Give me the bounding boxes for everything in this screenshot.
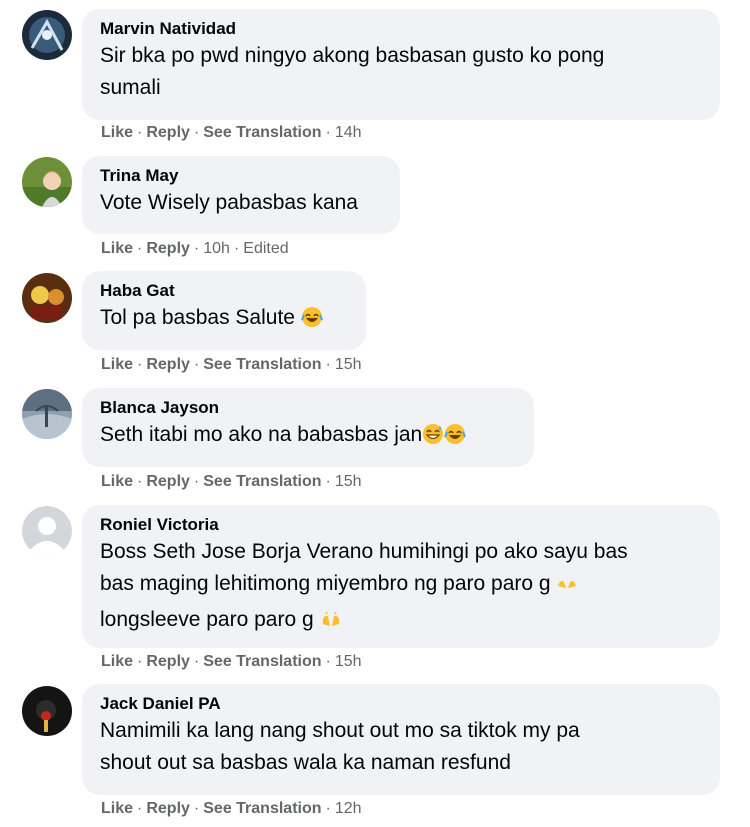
separator: · bbox=[193, 240, 200, 257]
avatar[interactable] bbox=[22, 157, 72, 207]
comment-actions: Like · Reply · See Translation · 12h bbox=[101, 799, 362, 819]
edited-label[interactable]: Edited bbox=[243, 240, 288, 257]
comment-text: Seth itabi mo ako na babasbas jan bbox=[100, 419, 516, 455]
comment-line: Vote Wisely pabasbas kana bbox=[100, 191, 358, 214]
comment-bubble: Blanca Jayson Seth itabi mo ako na babas… bbox=[82, 388, 534, 467]
comment-actions: Like · Reply · See Translation · 15h bbox=[101, 472, 362, 492]
separator: · bbox=[193, 356, 200, 373]
timestamp[interactable]: 15h bbox=[335, 356, 362, 373]
separator: · bbox=[193, 473, 200, 490]
comment-line: Tol pa basbas Salute bbox=[100, 306, 295, 329]
like-button[interactable]: Like bbox=[101, 800, 133, 817]
reply-button[interactable]: Reply bbox=[146, 653, 190, 670]
comment-author[interactable]: Trina May bbox=[100, 165, 382, 187]
see-translation-button[interactable]: See Translation bbox=[203, 653, 321, 670]
separator: · bbox=[193, 653, 200, 670]
raising-hands-emoji-icon bbox=[320, 608, 342, 640]
default-avatar-icon[interactable] bbox=[22, 506, 72, 556]
comment-actions: Like · Reply · 10h · Edited bbox=[101, 239, 289, 259]
like-button[interactable]: Like bbox=[101, 240, 133, 257]
comment-line: shout out sa basbas wala ka naman resfun… bbox=[100, 751, 511, 774]
separator: · bbox=[137, 653, 143, 670]
comment-line: Seth itabi mo ako na babasbas jan bbox=[100, 423, 423, 446]
separator: · bbox=[233, 240, 240, 257]
timestamp[interactable]: 15h bbox=[335, 473, 362, 490]
separator: · bbox=[325, 800, 331, 817]
reply-button[interactable]: Reply bbox=[146, 356, 190, 373]
see-translation-button[interactable]: See Translation bbox=[203, 473, 321, 490]
timestamp[interactable]: 15h bbox=[335, 653, 362, 670]
reply-button[interactable]: Reply bbox=[146, 473, 190, 490]
comment-line: bas maging lehitimong miyembro ng paro p… bbox=[100, 572, 551, 595]
like-button[interactable]: Like bbox=[101, 653, 133, 670]
separator: · bbox=[325, 653, 331, 670]
separator: · bbox=[137, 356, 143, 373]
see-translation-button[interactable]: See Translation bbox=[203, 124, 321, 141]
avatar[interactable] bbox=[22, 10, 72, 60]
separator: · bbox=[137, 800, 143, 817]
comment-line: sumali bbox=[100, 76, 161, 99]
comment-bubble: Marvin Natividad Sir bka po pwd ningyo a… bbox=[82, 9, 720, 120]
separator: · bbox=[193, 800, 200, 817]
comment-bubble: Jack Daniel PA Namimili ka lang nang sho… bbox=[82, 684, 720, 795]
like-button[interactable]: Like bbox=[101, 356, 133, 373]
separator: · bbox=[137, 240, 143, 257]
comment-bubble: Roniel Victoria Boss Seth Jose Borja Ver… bbox=[82, 505, 720, 648]
avatar[interactable] bbox=[22, 389, 72, 439]
comment-text: Vote Wisely pabasbas kana bbox=[100, 187, 382, 219]
comment-bubble: Trina May Vote Wisely pabasbas kana bbox=[82, 156, 400, 234]
comment-text: Sir bka po pwd ningyo akong basbasan gus… bbox=[100, 40, 702, 104]
raising-hands-emoji-icon bbox=[556, 572, 578, 604]
comment-actions: Like · Reply · See Translation · 15h bbox=[101, 355, 362, 375]
laughing-emoji-icon bbox=[444, 423, 467, 455]
laughing-emoji-icon bbox=[300, 306, 323, 338]
timestamp[interactable]: 14h bbox=[335, 124, 362, 141]
reply-button[interactable]: Reply bbox=[146, 240, 190, 257]
comment-actions: Like · Reply · See Translation · 14h bbox=[101, 123, 362, 143]
comment-text: Tol pa basbas Salute bbox=[100, 302, 348, 338]
comment-bubble: Haba Gat Tol pa basbas Salute bbox=[82, 271, 366, 350]
comment-actions: Like · Reply · See Translation · 15h bbox=[101, 652, 362, 672]
timestamp[interactable]: 10h bbox=[203, 240, 230, 257]
separator: · bbox=[325, 356, 331, 373]
separator: · bbox=[137, 473, 143, 490]
comment-line: Boss Seth Jose Borja Verano humihingi po… bbox=[100, 540, 628, 563]
see-translation-button[interactable]: See Translation bbox=[203, 356, 321, 373]
comment-line: longsleeve paro paro g bbox=[100, 608, 314, 631]
reply-button[interactable]: Reply bbox=[146, 124, 190, 141]
see-translation-button[interactable]: See Translation bbox=[203, 800, 321, 817]
avatar[interactable] bbox=[22, 686, 72, 736]
reply-button[interactable]: Reply bbox=[146, 800, 190, 817]
comment-text: Namimili ka lang nang shout out mo sa ti… bbox=[100, 715, 702, 779]
timestamp[interactable]: 12h bbox=[335, 800, 362, 817]
separator: · bbox=[137, 124, 143, 141]
separator: · bbox=[325, 124, 331, 141]
grinning-sweat-emoji-icon bbox=[422, 423, 444, 455]
avatar[interactable] bbox=[22, 273, 72, 323]
comment-author[interactable]: Haba Gat bbox=[100, 280, 348, 302]
separator: · bbox=[193, 124, 200, 141]
like-button[interactable]: Like bbox=[101, 473, 133, 490]
comment-author[interactable]: Roniel Victoria bbox=[100, 514, 702, 536]
comment-author[interactable]: Marvin Natividad bbox=[100, 18, 702, 40]
comment-text: Boss Seth Jose Borja Verano humihingi po… bbox=[100, 536, 702, 640]
comment-author[interactable]: Blanca Jayson bbox=[100, 397, 516, 419]
like-button[interactable]: Like bbox=[101, 124, 133, 141]
comment-line: Sir bka po pwd ningyo akong basbasan gus… bbox=[100, 44, 605, 67]
comment-author[interactable]: Jack Daniel PA bbox=[100, 693, 702, 715]
comment-line: Namimili ka lang nang shout out mo sa ti… bbox=[100, 719, 580, 742]
separator: · bbox=[325, 473, 331, 490]
